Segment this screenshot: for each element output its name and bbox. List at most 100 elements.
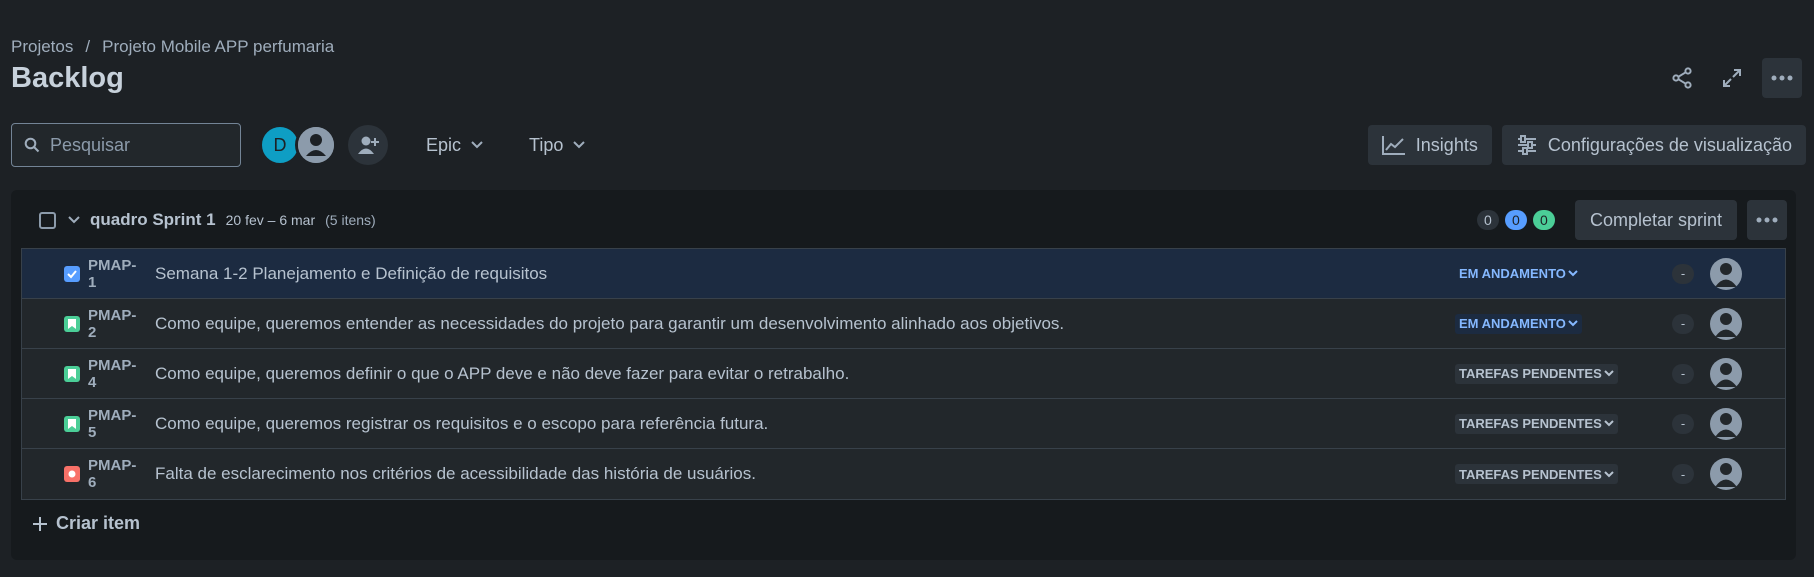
- status-label: TAREFAS PENDENTES: [1459, 366, 1602, 381]
- more-actions-button[interactable]: [1762, 58, 1802, 98]
- status-label: EM ANDAMENTO: [1459, 266, 1566, 281]
- insights-button[interactable]: Insights: [1367, 125, 1492, 165]
- chevron-down-icon: [573, 141, 586, 149]
- page-title: Backlog: [11, 62, 124, 94]
- sprint-more-button[interactable]: [1747, 200, 1787, 240]
- chevron-down-icon: [471, 141, 483, 149]
- share-icon: [1672, 67, 1692, 89]
- user-icon: [298, 127, 334, 163]
- issue-row[interactable]: PMAP-5 Como equipe, queremos registrar o…: [22, 399, 1785, 449]
- issue-summary[interactable]: Semana 1-2 Planejamento e Definição de r…: [155, 264, 547, 284]
- issue-key[interactable]: PMAP-4: [88, 357, 142, 391]
- issue-summary[interactable]: Como equipe, queremos entender as necess…: [155, 314, 1064, 334]
- more-icon: [1756, 217, 1778, 223]
- search-input[interactable]: [50, 134, 230, 156]
- user-icon: [1715, 262, 1737, 287]
- issue-summary[interactable]: Como equipe, queremos registrar os requi…: [155, 414, 768, 434]
- user-icon: [1715, 412, 1737, 437]
- share-button[interactable]: [1662, 58, 1702, 98]
- more-icon: [1771, 75, 1793, 81]
- status-dropdown[interactable]: EM ANDAMENTO: [1455, 264, 1582, 284]
- user-icon: [1715, 463, 1737, 487]
- status-label: EM ANDAMENTO: [1459, 316, 1566, 331]
- sprint-header: quadro Sprint 1 20 fev – 6 mar (5 itens)…: [11, 190, 1796, 250]
- user-icon: [1715, 362, 1737, 387]
- plus-icon: [33, 516, 47, 531]
- add-people-button[interactable]: [348, 125, 388, 165]
- sprint-name[interactable]: quadro Sprint 1: [90, 210, 216, 230]
- estimate-badge[interactable]: -: [1672, 363, 1694, 384]
- estimate-badge[interactable]: -: [1672, 413, 1694, 434]
- issue-summary[interactable]: Falta de esclarecimento nos critérios de…: [155, 464, 756, 484]
- assignee-avatar[interactable]: [1710, 407, 1742, 440]
- fullscreen-button[interactable]: [1712, 58, 1752, 98]
- assignee-avatar[interactable]: [1710, 357, 1742, 390]
- chevron-down-icon: [1604, 370, 1614, 377]
- chevron-down-icon: [1568, 270, 1578, 277]
- chart-icon: [1381, 136, 1405, 155]
- status-dropdown[interactable]: EM ANDAMENTO: [1455, 313, 1582, 334]
- breadcrumb-project-link[interactable]: Projeto Mobile APP perfumaria: [102, 37, 334, 57]
- estimate-badge[interactable]: -: [1672, 263, 1694, 284]
- avatar-group: D: [259, 124, 337, 166]
- status-label: TAREFAS PENDENTES: [1459, 466, 1602, 482]
- search-icon: [24, 137, 40, 153]
- chevron-down-icon: [1604, 420, 1614, 427]
- in-progress-points-badge: 0: [1504, 210, 1527, 230]
- sprint-panel: quadro Sprint 1 20 fev – 6 mar (5 itens)…: [11, 190, 1796, 560]
- assignee-avatar[interactable]: [1710, 307, 1742, 340]
- status-dropdown[interactable]: TAREFAS PENDENTES: [1455, 363, 1618, 384]
- sprint-issue-count: (5 itens): [325, 212, 376, 228]
- breadcrumb: Projetos / Projeto Mobile APP perfumaria: [11, 37, 334, 57]
- issue-key[interactable]: PMAP-6: [88, 457, 142, 491]
- status-label: TAREFAS PENDENTES: [1459, 416, 1602, 431]
- issue-key[interactable]: PMAP-2: [88, 307, 142, 341]
- add-user-icon: [358, 136, 379, 154]
- status-dropdown[interactable]: TAREFAS PENDENTES: [1455, 464, 1618, 484]
- epic-filter-label: Epic: [426, 134, 462, 155]
- create-item-label: Criar item: [56, 513, 141, 533]
- page-actions: [1662, 58, 1802, 98]
- issue-summary[interactable]: Como equipe, queremos definir o que o AP…: [155, 364, 849, 384]
- chevron-down-icon[interactable]: [68, 216, 80, 224]
- chevron-down-icon: [1604, 470, 1614, 477]
- assignee-avatar[interactable]: [1710, 458, 1742, 490]
- search-box[interactable]: [11, 123, 241, 167]
- avatar-unassigned[interactable]: [295, 124, 337, 166]
- view-settings-label: Configurações de visualização: [1547, 134, 1792, 155]
- estimate-badge[interactable]: -: [1672, 313, 1694, 334]
- story-type-icon: [64, 315, 80, 332]
- issue-row[interactable]: PMAP-2 Como equipe, queremos entender as…: [22, 299, 1785, 349]
- story-type-icon: [64, 365, 80, 382]
- issue-key[interactable]: PMAP-1: [88, 257, 142, 291]
- type-filter[interactable]: Tipo: [521, 125, 593, 165]
- toolbar-right: Insights Configurações de visualização: [1367, 125, 1806, 165]
- complete-sprint-button[interactable]: Completar sprint: [1574, 200, 1737, 240]
- assignee-avatar[interactable]: [1710, 257, 1742, 290]
- settings-sliders-icon: [1517, 135, 1536, 155]
- issue-row[interactable]: PMAP-6 Falta de esclarecimento nos crité…: [22, 449, 1785, 499]
- create-item-button[interactable]: Criar item: [32, 513, 140, 534]
- issue-list: PMAP-1 Semana 1-2 Planejamento e Definiç…: [21, 248, 1786, 500]
- bug-type-icon: [64, 466, 80, 482]
- view-settings-button[interactable]: Configurações de visualização: [1501, 125, 1806, 165]
- todo-points-badge: 0: [1476, 210, 1499, 230]
- breadcrumb-separator: /: [85, 37, 91, 56]
- epic-filter[interactable]: Epic: [418, 125, 491, 165]
- estimate-badge[interactable]: -: [1672, 464, 1694, 484]
- done-points-badge: 0: [1532, 210, 1555, 230]
- sprint-select-checkbox[interactable]: [39, 211, 56, 229]
- chevron-down-icon: [1568, 320, 1578, 327]
- issue-row[interactable]: PMAP-1 Semana 1-2 Planejamento e Definiç…: [22, 249, 1785, 299]
- insights-label: Insights: [1415, 134, 1478, 155]
- issue-row[interactable]: PMAP-4 Como equipe, queremos definir o q…: [22, 349, 1785, 399]
- task-type-icon: [64, 265, 80, 282]
- issue-key[interactable]: PMAP-5: [88, 407, 142, 441]
- expand-icon: [1723, 69, 1741, 87]
- sprint-dates: 20 fev – 6 mar: [225, 212, 316, 228]
- user-icon: [1715, 312, 1737, 337]
- sprint-header-actions: 0 0 0 Completar sprint: [1476, 200, 1787, 240]
- status-dropdown[interactable]: TAREFAS PENDENTES: [1455, 413, 1618, 434]
- backlog-toolbar: D Epic Tipo Insights: [11, 123, 1806, 167]
- breadcrumb-projects-link[interactable]: Projetos: [11, 37, 73, 57]
